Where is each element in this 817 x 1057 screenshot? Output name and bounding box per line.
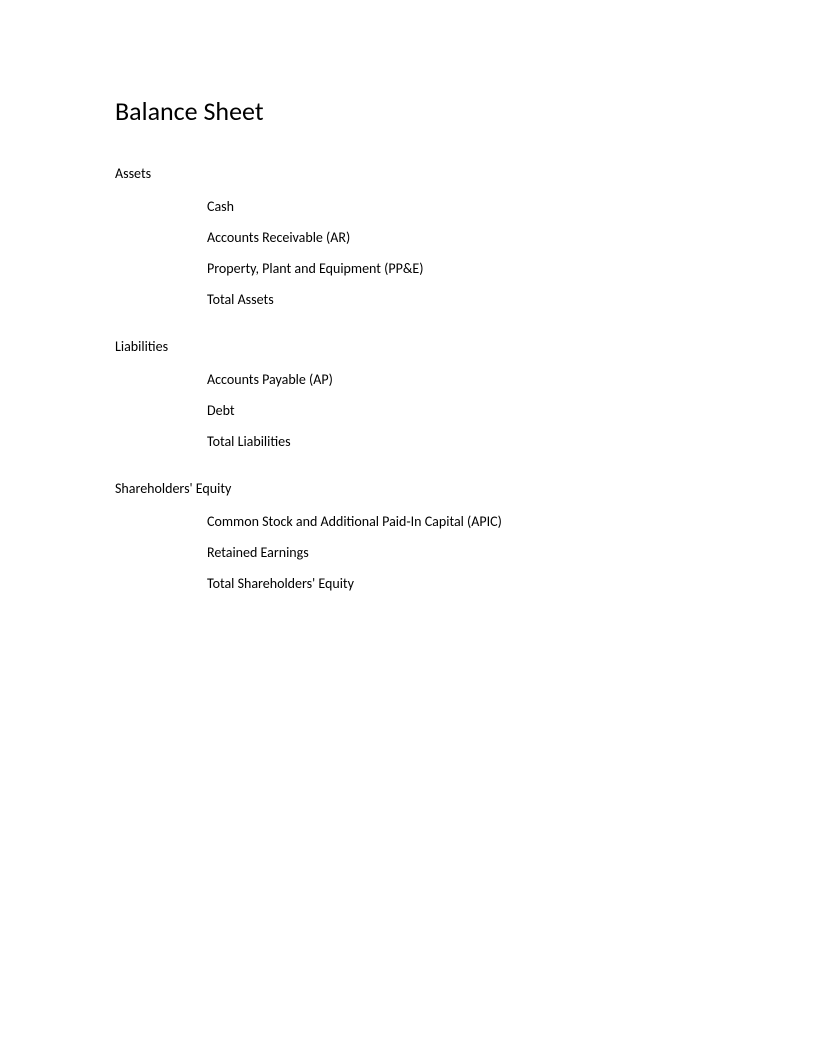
line-item: Cash bbox=[207, 198, 817, 215]
assets-header: Assets bbox=[115, 165, 817, 182]
equity-section: Shareholders' Equity Common Stock and Ad… bbox=[115, 480, 817, 592]
equity-items: Common Stock and Additional Paid-In Capi… bbox=[115, 513, 817, 592]
document-title: Balance Sheet bbox=[115, 95, 817, 127]
line-item: Property, Plant and Equipment (PP&E) bbox=[207, 260, 817, 277]
line-item: Accounts Payable (AP) bbox=[207, 371, 817, 388]
assets-items: Cash Accounts Receivable (AR) Property, … bbox=[115, 198, 817, 308]
equity-header: Shareholders' Equity bbox=[115, 480, 817, 497]
liabilities-header: Liabilities bbox=[115, 338, 817, 355]
line-item: Accounts Receivable (AR) bbox=[207, 229, 817, 246]
line-item: Total Shareholders' Equity bbox=[207, 575, 817, 592]
liabilities-items: Accounts Payable (AP) Debt Total Liabili… bbox=[115, 371, 817, 450]
line-item: Debt bbox=[207, 402, 817, 419]
line-item: Retained Earnings bbox=[207, 544, 817, 561]
line-item: Total Assets bbox=[207, 291, 817, 308]
line-item: Common Stock and Additional Paid-In Capi… bbox=[207, 513, 817, 530]
assets-section: Assets Cash Accounts Receivable (AR) Pro… bbox=[115, 165, 817, 308]
liabilities-section: Liabilities Accounts Payable (AP) Debt T… bbox=[115, 338, 817, 450]
line-item: Total Liabilities bbox=[207, 433, 817, 450]
